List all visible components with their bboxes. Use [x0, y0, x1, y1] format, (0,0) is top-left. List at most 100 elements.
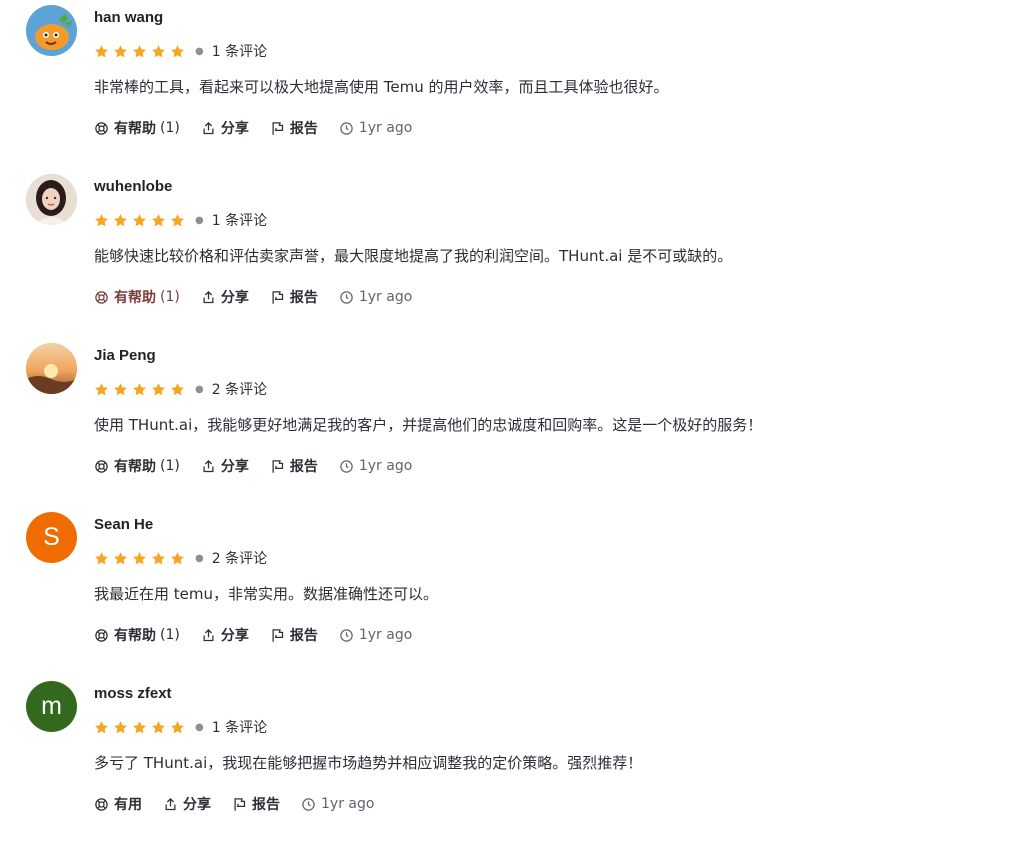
review-actions: 有帮助 (1) 分享 报告 1yr ago	[94, 455, 433, 477]
timestamp: 1yr ago	[301, 796, 374, 812]
report-button[interactable]: 报告	[270, 625, 318, 645]
share-label: 分享	[183, 797, 211, 813]
reviewer-name[interactable]: moss zfext	[94, 685, 172, 702]
flag-icon	[272, 290, 283, 304]
report-button[interactable]: 报告	[270, 287, 318, 307]
flag-icon	[272, 121, 283, 135]
helpful-button[interactable]: 有帮助 (1)	[94, 625, 180, 645]
star-icon	[152, 720, 165, 733]
report-button[interactable]: 报告	[270, 118, 318, 138]
lifebuoy-icon	[95, 290, 108, 304]
reviewer-name[interactable]: Jia Peng	[94, 347, 156, 364]
helpful-button[interactable]: 有帮助 (1)	[94, 118, 180, 138]
avatar-letter: m	[41, 692, 62, 720]
separator-dot: ●	[195, 383, 204, 395]
report-label: 报告	[289, 459, 318, 475]
review-actions: 有帮助 (1) 分享 报告 1yr ago	[94, 286, 433, 308]
helpful-label: 有帮助	[114, 628, 156, 644]
review-text: 非常棒的工具，看起来可以极大地提高使用 Temu 的用户效率，而且工具体验也很好…	[94, 78, 669, 96]
star-icon	[171, 382, 184, 395]
lifebuoy-icon	[95, 459, 108, 473]
star-icon	[171, 213, 184, 226]
review-actions: 有帮助 (1) 分享 报告 1yr ago	[94, 117, 433, 139]
star-icon	[133, 382, 146, 395]
review-count[interactable]: 1 条评论	[212, 41, 267, 61]
share-button[interactable]: 分享	[201, 456, 249, 476]
review-item: m moss zfext ● 1 条评论 多亏了 THunt.ai，我现在能够把…	[0, 676, 1024, 844]
star-icon	[114, 213, 127, 226]
star-icon	[114, 382, 127, 395]
review-count[interactable]: 1 条评论	[212, 210, 267, 230]
star-icon	[95, 382, 108, 395]
carrot-cartoon-avatar-icon	[26, 5, 77, 56]
separator-dot: ●	[195, 721, 204, 733]
share-label: 分享	[220, 628, 249, 644]
avatar[interactable]	[26, 5, 77, 56]
clock-icon	[302, 797, 315, 811]
helpful-button[interactable]: 有帮助 (1)	[94, 456, 180, 476]
timestamp: 1yr ago	[339, 627, 412, 643]
reviewer-name[interactable]: Sean He	[94, 516, 153, 533]
helpful-button[interactable]: 有帮助 (1)	[94, 287, 180, 307]
avatar[interactable]: S	[26, 512, 77, 563]
woman-portrait-avatar-icon	[26, 174, 77, 225]
avatar[interactable]	[26, 343, 77, 394]
timestamp: 1yr ago	[339, 458, 412, 474]
share-label: 分享	[220, 459, 249, 475]
avatar[interactable]	[26, 174, 77, 225]
star-icon	[95, 44, 108, 57]
share-button[interactable]: 分享	[163, 794, 211, 814]
flag-icon	[272, 628, 283, 642]
review-count[interactable]: 2 条评论	[212, 379, 267, 399]
report-button[interactable]: 报告	[232, 794, 280, 814]
star-icon	[95, 551, 108, 564]
star-icon	[114, 44, 127, 57]
avatar[interactable]: m	[26, 681, 77, 732]
lifebuoy-icon	[95, 121, 108, 135]
lifebuoy-icon	[95, 628, 108, 642]
time-label: 1yr ago	[321, 796, 375, 812]
review-count[interactable]: 1 条评论	[212, 717, 267, 737]
review-count[interactable]: 2 条评论	[212, 548, 267, 568]
review-item: wuhenlobe ● 1 条评论 能够快速比较价格和评估卖家声誉，最大限度地提…	[0, 169, 1024, 337]
star-icon	[152, 213, 165, 226]
clock-icon	[340, 290, 353, 304]
share-label: 分享	[220, 290, 249, 306]
review-item: Jia Peng ● 2 条评论 使用 THunt.ai，我能够更好地满足我的客…	[0, 338, 1024, 506]
clock-icon	[340, 121, 353, 135]
clock-icon	[340, 459, 353, 473]
report-label: 报告	[289, 290, 318, 306]
clock-icon	[340, 628, 353, 642]
helpful-count: (1)	[160, 120, 180, 136]
report-button[interactable]: 报告	[270, 456, 318, 476]
share-button[interactable]: 分享	[201, 118, 249, 138]
report-label: 报告	[289, 121, 318, 137]
review-actions: 有帮助 (1) 分享 报告 1yr ago	[94, 624, 433, 646]
helpful-button[interactable]: 有用	[94, 794, 142, 814]
share-icon	[203, 290, 214, 303]
time-label: 1yr ago	[358, 289, 413, 305]
star-icon	[152, 382, 165, 395]
report-label: 报告	[252, 797, 280, 813]
helpful-count: (1)	[160, 458, 180, 474]
reviewer-name[interactable]: wuhenlobe	[94, 178, 172, 195]
star-icon	[133, 213, 146, 226]
share-button[interactable]: 分享	[201, 287, 249, 307]
reviewer-name[interactable]: han wang	[94, 9, 163, 26]
time-label: 1yr ago	[358, 627, 413, 643]
time-label: 1yr ago	[358, 458, 413, 474]
share-button[interactable]: 分享	[201, 625, 249, 645]
review-text: 我最近在用 temu，非常实用。数据准确性还可以。	[94, 585, 438, 603]
review-item: S Sean He ● 2 条评论 我最近在用 temu，非常实用。数据准确性还…	[0, 507, 1024, 675]
star-icon	[171, 551, 184, 564]
star-icon	[133, 551, 146, 564]
timestamp: 1yr ago	[339, 289, 412, 305]
helpful-label: 有帮助	[114, 290, 156, 306]
star-icon	[114, 551, 127, 564]
star-icon	[95, 720, 108, 733]
star-rating: ● 1 条评论	[94, 210, 267, 230]
star-icon	[152, 44, 165, 57]
review-text: 使用 THunt.ai，我能够更好地满足我的客户，并提高他们的忠诚度和回购率。这…	[94, 416, 763, 434]
review-item: han wang ● 1 条评论 非常棒的工具，看起来可以极大地提高使用 Tem…	[0, 0, 1024, 168]
report-label: 报告	[289, 628, 318, 644]
